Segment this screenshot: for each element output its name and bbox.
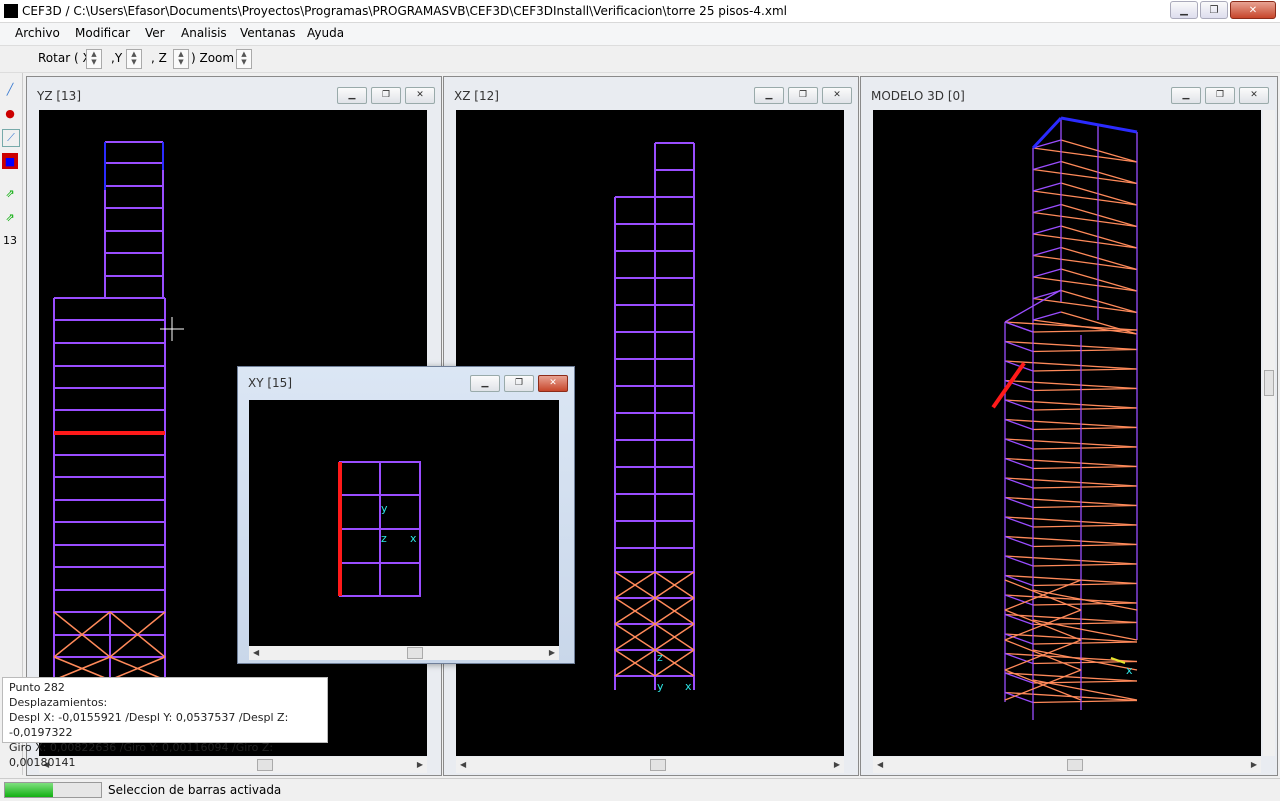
close-button[interactable]: ✕: [1230, 1, 1276, 19]
window-modelo-close[interactable]: ✕: [1239, 87, 1269, 104]
window-xy[interactable]: XY [15] ▁ ❐ ✕ y z x ◀ ▶: [237, 366, 575, 664]
rotate-y-spinner[interactable]: ▲ ▼: [126, 49, 142, 69]
xy-canvas[interactable]: y z x: [249, 400, 559, 646]
window-xy-title: XY [15]: [248, 376, 292, 390]
window-modelo-title: MODELO 3D [0]: [871, 89, 965, 103]
xy-axis-z-label: z: [381, 532, 387, 545]
xy-axis-x-label: x: [410, 532, 417, 545]
window-xy-buttons: ▁ ❐ ✕: [470, 375, 568, 392]
window-modelo-minimize[interactable]: ▁: [1171, 87, 1201, 104]
menu-ventanas[interactable]: Ventanas: [240, 26, 296, 40]
window-yz-buttons: ▁ ❐ ✕: [337, 87, 435, 104]
point-info-tooltip: Punto 282 Desplazamientos: Despl X: -0,0…: [2, 677, 328, 769]
window-yz-close[interactable]: ✕: [405, 87, 435, 104]
menu-modificar[interactable]: Modificar: [75, 26, 130, 40]
window-modelo-buttons: ▁ ❐ ✕: [1171, 87, 1269, 104]
view-number: 13: [3, 233, 17, 247]
support-icon[interactable]: ⇗: [2, 185, 18, 201]
window-xz-title: XZ [12]: [454, 89, 499, 103]
status-bar: Seleccion de barras activada: [0, 778, 1280, 801]
xy-drawing: [338, 461, 421, 597]
tooltip-point: Punto 282: [9, 681, 65, 694]
caption-buttons: ▁ ❐ ✕: [1170, 1, 1276, 19]
rotar-z-label: , Z: [151, 51, 167, 65]
maximize-button[interactable]: ❐: [1200, 1, 1228, 19]
rotar-x-label: Rotar ( X: [38, 51, 91, 65]
menu-ayuda[interactable]: Ayuda: [307, 26, 344, 40]
xz-axis-y-label: y: [657, 680, 664, 693]
xy-hscroll[interactable]: ◀ ▶: [249, 646, 559, 660]
window-xz-minimize[interactable]: ▁: [754, 87, 784, 104]
window-yz-minimize[interactable]: ▁: [337, 87, 367, 104]
progress-bar: [4, 782, 102, 798]
window-yz-maximize[interactable]: ❐: [371, 87, 401, 104]
window-title: CEF3D / C:\Users\Efasor\Documents\Proyec…: [22, 4, 787, 18]
modelo-axis-x-label: x: [1126, 664, 1133, 677]
xz-hscroll[interactable]: ◀ ▶: [456, 757, 844, 773]
minimize-button[interactable]: ▁: [1170, 1, 1198, 19]
window-xy-maximize[interactable]: ❐: [504, 375, 534, 392]
menu-ver[interactable]: Ver: [145, 26, 165, 40]
window-xz-close[interactable]: ✕: [822, 87, 852, 104]
window-yz-title: YZ [13]: [37, 89, 81, 103]
title-bar: CEF3D / C:\Users\Efasor\Documents\Proyec…: [0, 0, 1280, 23]
load-icon[interactable]: ■: [2, 153, 18, 169]
left-toolbox: ╱ ● ⟋ ■ ⇗ ⇗ 13: [0, 73, 23, 775]
xy-axis-y-label: y: [381, 502, 388, 515]
window-xy-minimize[interactable]: ▁: [470, 375, 500, 392]
window-xy-close[interactable]: ✕: [538, 375, 568, 392]
tooltip-desplazamientos: Desplazamientos:: [9, 696, 108, 709]
xz-axis-z-label: z: [657, 651, 663, 664]
menu-bar: Archivo Modificar Ver Analisis Ventanas …: [0, 23, 1280, 46]
menu-analisis[interactable]: Analisis: [181, 26, 227, 40]
node-icon[interactable]: ●: [2, 105, 18, 121]
window-modelo-maximize[interactable]: ❐: [1205, 87, 1235, 104]
menu-archivo[interactable]: Archivo: [15, 26, 60, 40]
modelo-canvas[interactable]: x: [873, 110, 1261, 756]
rotate-x-spinner[interactable]: ▲ ▼: [86, 49, 102, 69]
window-xz-maximize[interactable]: ❐: [788, 87, 818, 104]
support2-icon[interactable]: ⇗: [2, 209, 18, 225]
modelo-drawing: [991, 116, 1138, 720]
select-bar-icon[interactable]: ⟋: [2, 129, 20, 147]
rotar-y-label: ,Y: [111, 51, 123, 65]
status-text: Seleccion de barras activada: [108, 783, 282, 797]
rotate-z-spinner[interactable]: ▲ ▼: [173, 49, 189, 69]
modelo-hscroll[interactable]: ◀ ▶: [873, 757, 1261, 773]
window-modelo-3d[interactable]: MODELO 3D [0] ▁ ❐ ✕ x ◀ ▶: [860, 76, 1278, 776]
window-xz-buttons: ▁ ❐ ✕: [754, 87, 852, 104]
zoom-label: ) Zoom: [191, 51, 235, 65]
app-icon: [4, 4, 18, 18]
zoom-spinner[interactable]: ▲ ▼: [236, 49, 252, 69]
tooltip-despl: Despl X: -0,0155921 /Despl Y: 0,0537537 …: [9, 711, 289, 739]
draw-bar-icon[interactable]: ╱: [2, 81, 18, 97]
tooltip-giro: Giro X: 0,00822636 /Giro Y: 0,00116094 /…: [9, 741, 274, 769]
xz-axis-x-label: x: [685, 680, 692, 693]
modelo-vscroll[interactable]: [1263, 110, 1275, 756]
toolbar: Rotar ( X ▲ ▼ ,Y ▲ ▼ , Z ▲ ▼ ) Zoom ▲ ▼: [0, 46, 1280, 73]
